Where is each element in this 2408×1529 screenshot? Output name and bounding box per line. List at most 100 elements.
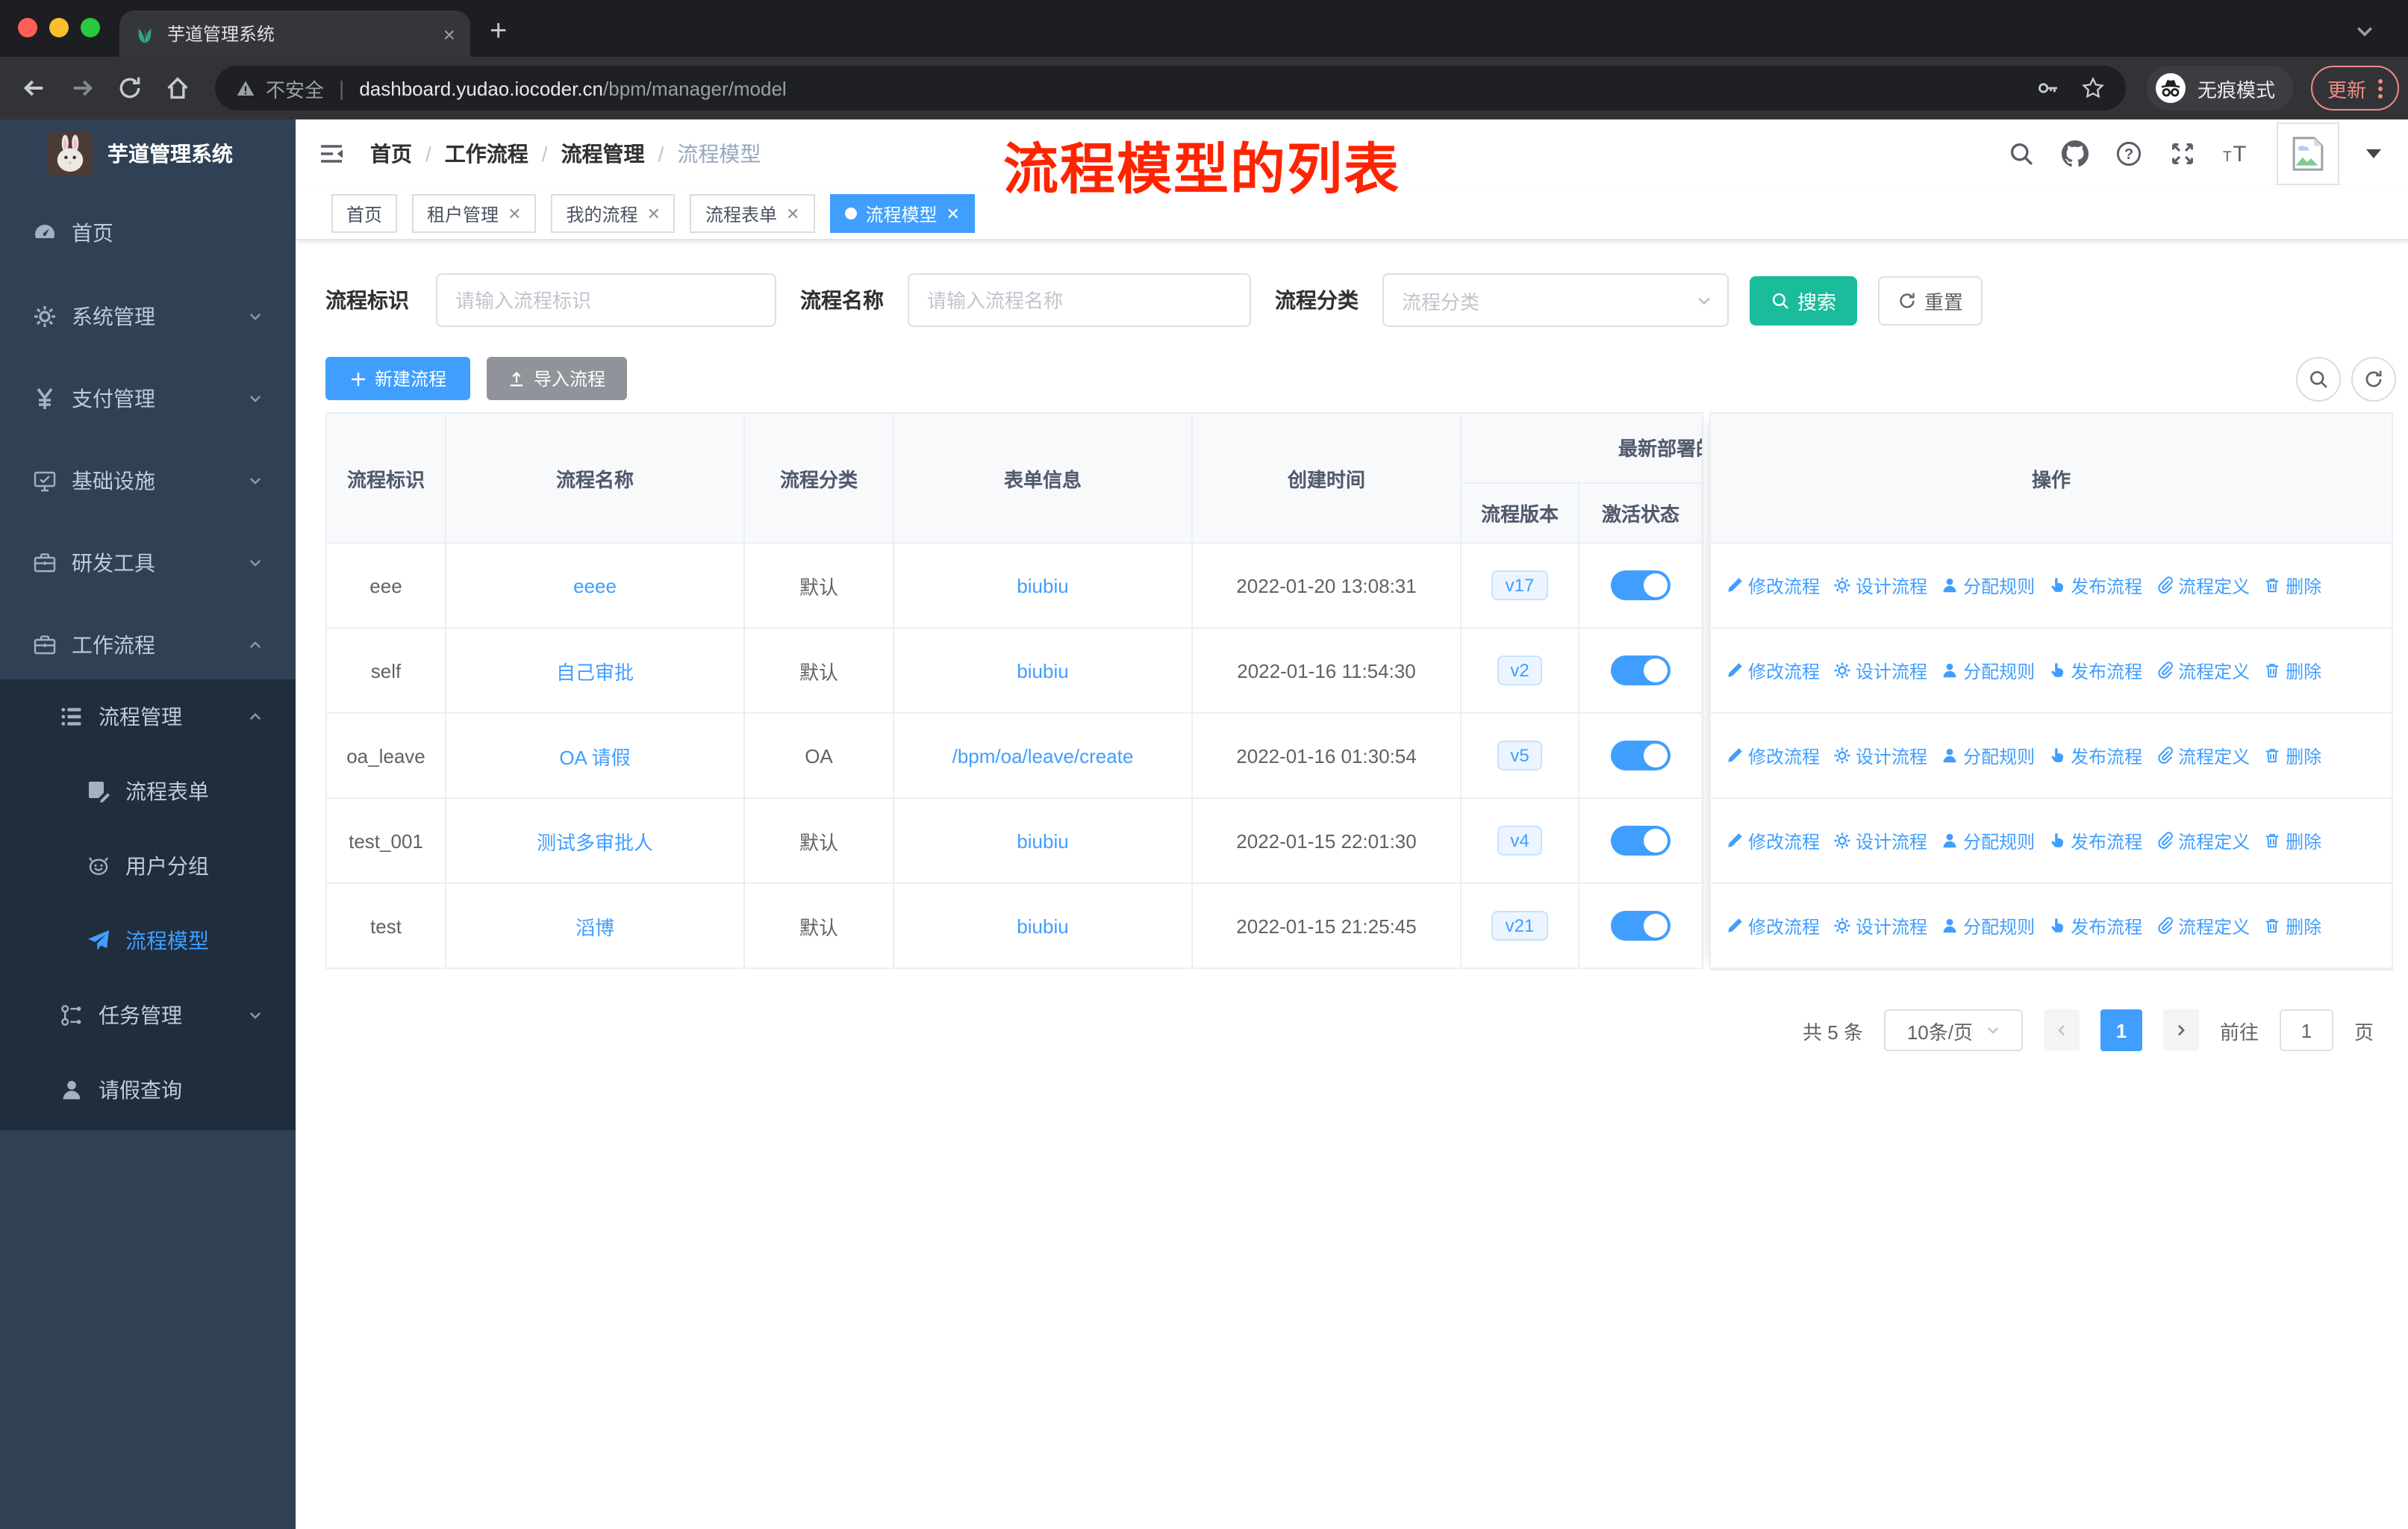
publish-flow-action[interactable]: 发布流程	[2048, 913, 2142, 938]
reset-button[interactable]: 重置	[1878, 276, 1983, 326]
tag-close-icon[interactable]: ✕	[946, 204, 959, 223]
sidebar-item-flow-management[interactable]: 流程管理	[0, 679, 296, 754]
home-icon[interactable]	[164, 75, 191, 102]
flow-id-input[interactable]	[436, 273, 776, 327]
tag-close-icon[interactable]: ✕	[508, 204, 521, 223]
flow-definition-action[interactable]: 流程定义	[2156, 743, 2250, 768]
edit-flow-action[interactable]: 修改流程	[1726, 743, 1820, 768]
tab-search-chevron-icon[interactable]	[2354, 21, 2375, 42]
design-flow-action[interactable]: 设计流程	[1833, 573, 1927, 598]
toggle-search-button[interactable]	[2296, 357, 2341, 402]
form-info-link[interactable]: biubiu	[1017, 659, 1068, 682]
sidebar-item-leave-query[interactable]: 请假查询	[0, 1053, 296, 1127]
design-flow-action[interactable]: 设计流程	[1833, 658, 1927, 683]
create-flow-button[interactable]: 新建流程	[325, 357, 470, 400]
next-page-button[interactable]	[2162, 1009, 2199, 1051]
edit-flow-action[interactable]: 修改流程	[1726, 828, 1820, 853]
flow-definition-action[interactable]: 流程定义	[2156, 573, 2250, 598]
user-avatar[interactable]	[2277, 122, 2339, 185]
back-icon[interactable]	[21, 75, 48, 102]
tag-my-flow[interactable]: 我的流程 ✕	[551, 194, 676, 233]
tag-tenant[interactable]: 租户管理 ✕	[412, 194, 537, 233]
breadcrumb-flow-management[interactable]: 流程管理	[561, 139, 645, 169]
flow-definition-action[interactable]: 流程定义	[2156, 913, 2250, 938]
active-toggle[interactable]	[1611, 570, 1671, 600]
forward-icon[interactable]	[69, 75, 96, 102]
delete-action[interactable]: 删除	[2263, 913, 2321, 938]
github-icon[interactable]	[2062, 140, 2089, 167]
breadcrumb-workflow[interactable]: 工作流程	[445, 139, 528, 169]
goto-page-input[interactable]	[2279, 1009, 2333, 1051]
active-toggle[interactable]	[1611, 826, 1671, 856]
sidebar-item-payment[interactable]: 支付管理	[0, 357, 296, 439]
help-icon[interactable]	[2115, 140, 2142, 167]
publish-flow-action[interactable]: 发布流程	[2048, 573, 2142, 598]
address-bar[interactable]: 不安全 | dashboard.yudao.iocoder.cn/bpm/man…	[215, 66, 2126, 110]
delete-action[interactable]: 删除	[2263, 573, 2321, 598]
browser-tab[interactable]: 芋道管理系统 ×	[119, 10, 470, 57]
design-flow-action[interactable]: 设计流程	[1833, 743, 1927, 768]
sidebar-item-task-management[interactable]: 任务管理	[0, 978, 296, 1053]
edit-flow-action[interactable]: 修改流程	[1726, 573, 1820, 598]
publish-flow-action[interactable]: 发布流程	[2048, 658, 2142, 683]
flow-definition-action[interactable]: 流程定义	[2156, 658, 2250, 683]
flow-name-link[interactable]: 滔博	[576, 912, 614, 940]
fullscreen-icon[interactable]	[2169, 140, 2196, 167]
maximize-window-button[interactable]	[81, 18, 100, 37]
flow-category-select[interactable]: 流程分类	[1382, 273, 1729, 327]
import-flow-button[interactable]: 导入流程	[487, 357, 627, 400]
sidebar-collapse-icon[interactable]	[318, 140, 345, 167]
sidebar-item-infra[interactable]: 基础设施	[0, 439, 296, 521]
tag-home[interactable]: 首页	[331, 194, 398, 233]
edit-flow-action[interactable]: 修改流程	[1726, 913, 1820, 938]
tag-flow-form[interactable]: 流程表单 ✕	[690, 194, 815, 233]
delete-action[interactable]: 删除	[2263, 658, 2321, 683]
browser-menu-icon[interactable]	[2378, 78, 2383, 98]
design-flow-action[interactable]: 设计流程	[1833, 828, 1927, 853]
close-window-button[interactable]	[18, 18, 37, 37]
prev-page-button[interactable]	[2043, 1009, 2080, 1051]
tag-close-icon[interactable]: ✕	[786, 204, 799, 223]
header-search-icon[interactable]	[2008, 140, 2035, 167]
flow-name-link[interactable]: 自己审批	[556, 656, 634, 685]
browser-update-button[interactable]: 更新	[2311, 66, 2400, 110]
publish-flow-action[interactable]: 发布流程	[2048, 828, 2142, 853]
assign-rule-action[interactable]: 分配规则	[1941, 743, 2035, 768]
sidebar-item-devtools[interactable]: 研发工具	[0, 521, 296, 603]
design-flow-action[interactable]: 设计流程	[1833, 913, 1927, 938]
form-info-link[interactable]: biubiu	[1017, 915, 1068, 937]
delete-action[interactable]: 删除	[2263, 828, 2321, 853]
avatar-caret-icon[interactable]	[2366, 149, 2381, 158]
refresh-table-button[interactable]	[2351, 357, 2396, 402]
assign-rule-action[interactable]: 分配规则	[1941, 828, 2035, 853]
active-toggle[interactable]	[1611, 741, 1671, 770]
assign-rule-action[interactable]: 分配规则	[1941, 573, 2035, 598]
flow-name-link[interactable]: OA 请假	[559, 741, 630, 770]
not-secure-icon[interactable]	[236, 78, 255, 98]
flow-name-input[interactable]	[908, 273, 1251, 327]
sidebar-item-flow-form[interactable]: 流程表单	[0, 754, 296, 829]
password-key-icon[interactable]	[2036, 76, 2060, 100]
current-page-button[interactable]: 1	[2100, 1009, 2142, 1051]
flow-name-link[interactable]: eeee	[573, 574, 617, 597]
sidebar-item-workflow[interactable]: 工作流程	[0, 603, 296, 685]
page-size-select[interactable]: 10条/页	[1883, 1009, 2023, 1051]
sidebar-item-home[interactable]: 首页	[0, 191, 296, 273]
active-toggle[interactable]	[1611, 911, 1671, 941]
tag-close-icon[interactable]: ✕	[647, 204, 661, 223]
flow-definition-action[interactable]: 流程定义	[2156, 828, 2250, 853]
new-tab-button[interactable]: +	[490, 12, 507, 51]
form-info-link[interactable]: biubiu	[1017, 829, 1068, 852]
sidebar-item-user-group[interactable]: 用户分组	[0, 829, 296, 903]
edit-flow-action[interactable]: 修改流程	[1726, 658, 1820, 683]
bookmark-star-icon[interactable]	[2081, 76, 2105, 100]
breadcrumb-home[interactable]: 首页	[370, 139, 412, 169]
sidebar-item-system[interactable]: 系统管理	[0, 275, 296, 357]
window-controls[interactable]	[18, 18, 100, 37]
delete-action[interactable]: 删除	[2263, 743, 2321, 768]
sidebar-logo[interactable]: 芋道管理系统	[0, 119, 296, 188]
minimize-window-button[interactable]	[49, 18, 69, 37]
close-tab-icon[interactable]: ×	[443, 22, 455, 46]
publish-flow-action[interactable]: 发布流程	[2048, 743, 2142, 768]
assign-rule-action[interactable]: 分配规则	[1941, 658, 2035, 683]
